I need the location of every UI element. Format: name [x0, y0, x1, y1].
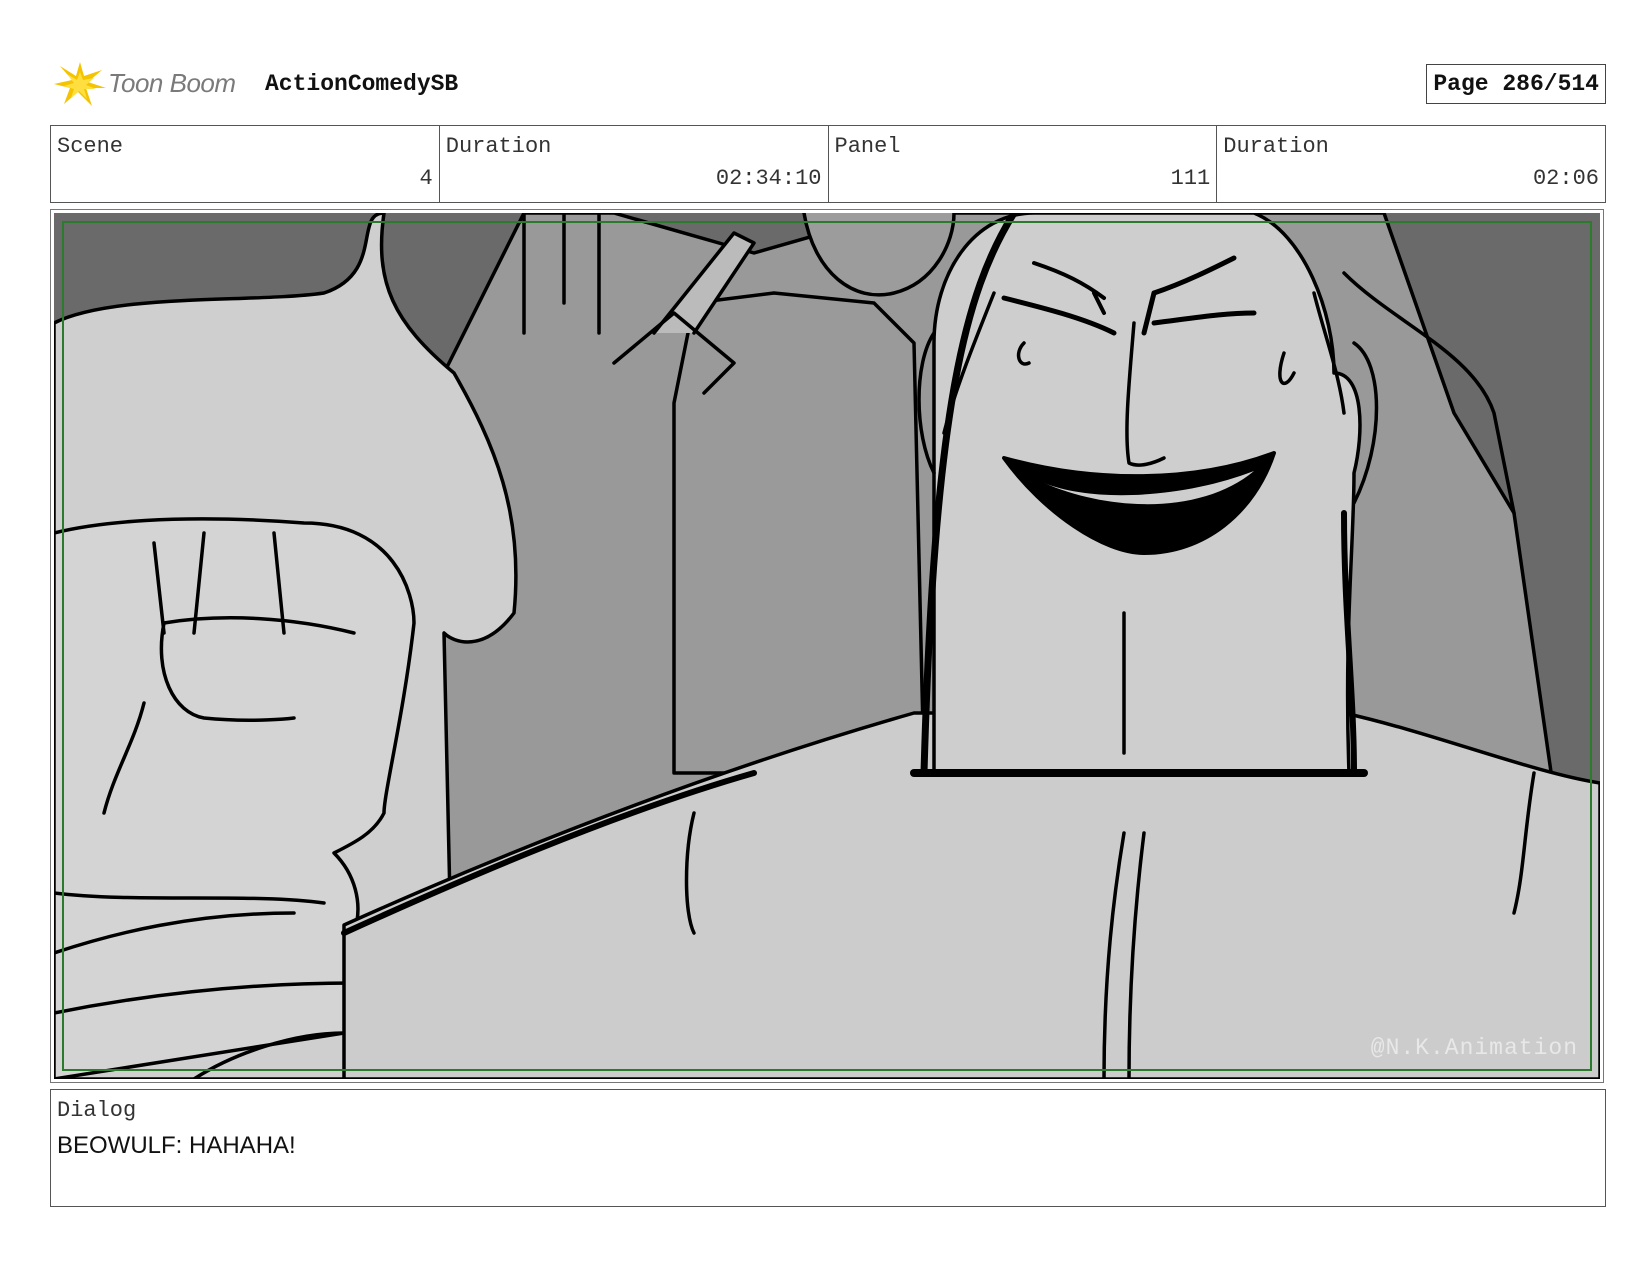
panel-duration-value: 02:06 [1532, 166, 1599, 191]
storyboard-header: Toon Boom ActionComedySB Page 286/514 [50, 58, 1606, 110]
dialog-label: Dialog [57, 1098, 137, 1123]
scene-duration-label: Duration [445, 134, 552, 159]
panel-cell: Panel 111 [829, 126, 1218, 202]
panel-duration-label: Duration [1223, 134, 1329, 159]
project-title: ActionComedySB [265, 71, 459, 97]
panel-label: Panel [834, 134, 901, 159]
scene-cell: Scene 4 [51, 126, 440, 202]
storyboard-sketch: @N.K.Animation [54, 213, 1600, 1079]
scene-info-row: Scene 4 Duration 02:34:10 Panel 111 Dura… [50, 125, 1606, 203]
scene-value: 4 [419, 166, 433, 191]
scene-duration-cell: Duration 02:34:10 [440, 126, 829, 202]
sketch-drawing [54, 213, 1600, 1079]
panel-duration-cell: Duration 02:06 [1217, 126, 1605, 202]
scene-label: Scene [57, 134, 124, 159]
dialog-text: BEOWULF: HAHAHA! [57, 1132, 296, 1159]
panel-frame: @N.K.Animation [50, 209, 1604, 1083]
toon-boom-logo: Toon Boom [50, 58, 250, 110]
starburst-logo-icon [54, 62, 106, 106]
page-indicator: Page 286/514 [1426, 64, 1606, 104]
scene-duration-value: 02:34:10 [715, 166, 822, 191]
panel-watermark: @N.K.Animation [1370, 1035, 1578, 1061]
panel-value: 111 [1170, 166, 1211, 191]
logo-wordmark: Toon Boom [108, 68, 236, 98]
dialog-box: Dialog BEOWULF: HAHAHA! [50, 1089, 1606, 1207]
